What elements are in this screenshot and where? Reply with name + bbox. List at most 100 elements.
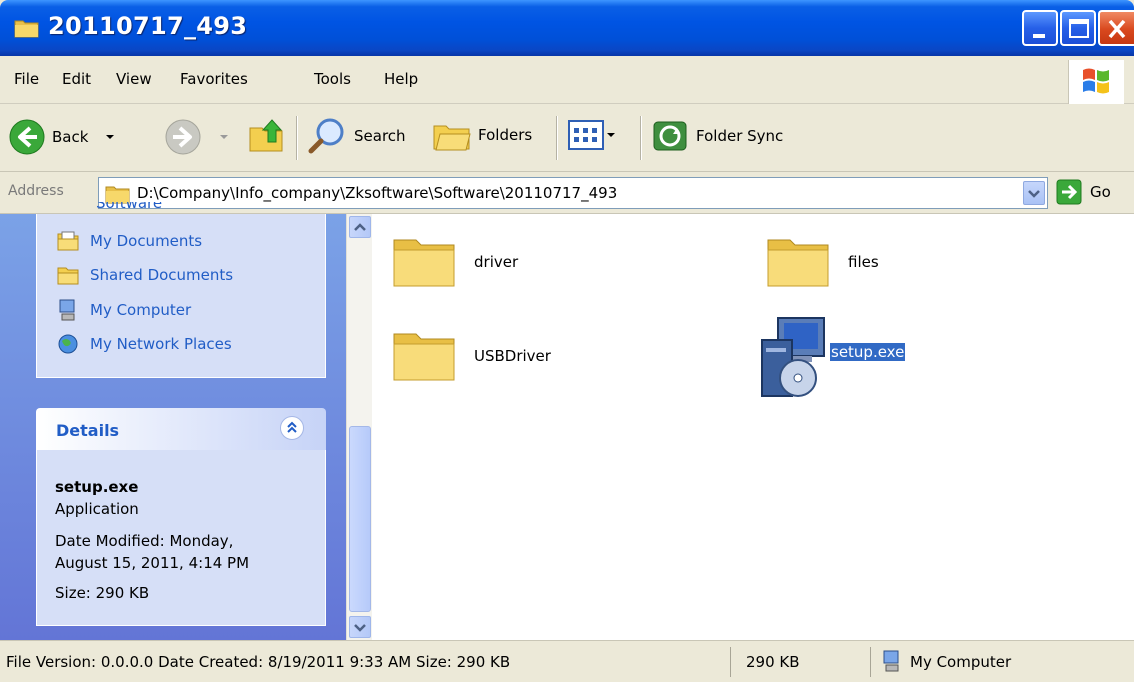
back-label: Back bbox=[52, 128, 89, 146]
menu-favorites[interactable]: Favorites bbox=[180, 70, 248, 88]
link-my-computer[interactable]: My Computer bbox=[56, 298, 191, 322]
search-icon bbox=[308, 118, 344, 154]
close-button[interactable] bbox=[1098, 10, 1134, 46]
file-name-selected: setup.exe bbox=[830, 343, 906, 361]
chevron-down-icon bbox=[354, 624, 366, 632]
folder-sync-icon bbox=[653, 121, 687, 151]
scroll-down-button[interactable] bbox=[349, 616, 371, 638]
network-globe-icon bbox=[58, 334, 78, 354]
details-file-name: setup.exe bbox=[55, 478, 139, 496]
menu-file[interactable]: File bbox=[14, 70, 39, 88]
link-label: My Network Places bbox=[90, 335, 232, 353]
folder-sync-label: Folder Sync bbox=[696, 127, 784, 145]
status-separator bbox=[730, 647, 731, 677]
title-bar[interactable]: 20110717_493 bbox=[0, 0, 1134, 56]
file-name: driver bbox=[474, 253, 519, 271]
windows-logo bbox=[1068, 60, 1124, 104]
folder-icon bbox=[105, 186, 130, 204]
chevron-down-icon[interactable] bbox=[604, 127, 618, 143]
menu-view[interactable]: View bbox=[116, 70, 152, 88]
menu-tools[interactable]: Tools bbox=[314, 70, 351, 88]
status-bar: File Version: 0.0.0.0 Date Created: 8/19… bbox=[0, 640, 1134, 682]
chevron-up-icon bbox=[354, 223, 366, 231]
chevron-down-icon[interactable] bbox=[102, 129, 118, 145]
up-folder-icon bbox=[249, 119, 283, 152]
details-panel: setup.exe Application Date Modified: Mon… bbox=[36, 450, 326, 626]
address-label: Address bbox=[8, 183, 64, 199]
details-title: Details bbox=[56, 421, 120, 440]
status-separator bbox=[870, 647, 871, 677]
scroll-up-button[interactable] bbox=[349, 216, 371, 238]
details-date-line-2: August 15, 2011, 4:14 PM bbox=[55, 554, 250, 572]
search-button[interactable]: Search bbox=[306, 116, 406, 156]
windows-flag-icon bbox=[1083, 68, 1109, 94]
link-label: My Computer bbox=[90, 301, 192, 319]
search-label: Search bbox=[354, 127, 406, 145]
status-size: 290 KB bbox=[746, 653, 800, 671]
my-computer-icon bbox=[883, 650, 899, 672]
forward-button[interactable] bbox=[164, 118, 232, 156]
partial-link-label: Software bbox=[96, 202, 163, 212]
details-header[interactable]: Details bbox=[36, 408, 326, 450]
toolbar-separator bbox=[296, 116, 297, 160]
file-item-usbdriver[interactable]: USBDriver bbox=[390, 326, 551, 386]
go-label: Go bbox=[1090, 183, 1111, 201]
details-size: Size: 290 KB bbox=[55, 584, 150, 602]
minimize-button[interactable] bbox=[1022, 10, 1058, 46]
folder-icon bbox=[767, 239, 829, 287]
close-icon bbox=[1108, 19, 1126, 39]
up-folder-button[interactable] bbox=[246, 114, 288, 156]
status-zone: My Computer bbox=[910, 653, 1012, 671]
details-date-line-1: Date Modified: Monday, bbox=[55, 532, 234, 550]
file-name: USBDriver bbox=[474, 347, 551, 365]
folder-icon bbox=[393, 333, 455, 381]
toolbar-separator bbox=[640, 116, 641, 160]
file-name: files bbox=[848, 253, 879, 271]
file-item-files[interactable]: files bbox=[764, 232, 879, 292]
chevron-down-icon[interactable] bbox=[216, 129, 232, 145]
minimize-icon bbox=[1033, 34, 1045, 38]
my-computer-icon bbox=[59, 299, 75, 321]
folders-label: Folders bbox=[478, 126, 533, 144]
details-file-type: Application bbox=[55, 500, 139, 518]
file-item-setup-exe[interactable]: setup.exe bbox=[756, 314, 906, 400]
vertical-scrollbar[interactable] bbox=[346, 214, 372, 640]
shared-folder-icon bbox=[57, 267, 79, 285]
menu-bar: File Edit View Favorites Tools Help bbox=[0, 56, 1134, 104]
link-label: Shared Documents bbox=[90, 266, 234, 284]
folder-icon bbox=[14, 20, 39, 38]
maximize-button[interactable] bbox=[1060, 10, 1096, 46]
go-button[interactable]: Go bbox=[1056, 179, 1111, 205]
chevron-down-icon bbox=[1028, 190, 1040, 198]
toolbar-separator bbox=[556, 116, 557, 160]
link-label: My Documents bbox=[90, 232, 203, 250]
views-grid-icon bbox=[568, 120, 604, 150]
double-chevron-up-icon bbox=[287, 421, 297, 433]
address-dropdown-button[interactable] bbox=[1023, 181, 1045, 205]
menu-help[interactable]: Help bbox=[384, 70, 418, 88]
partial-link[interactable]: Software bbox=[56, 202, 316, 214]
link-my-documents[interactable]: My Documents bbox=[56, 230, 202, 252]
folders-button[interactable]: Folders bbox=[432, 116, 532, 154]
task-pane: My Documents Shared Documents My Compute… bbox=[0, 214, 346, 640]
back-button[interactable]: Back bbox=[8, 118, 118, 156]
installer-icon bbox=[761, 317, 825, 397]
menu-edit[interactable]: Edit bbox=[62, 70, 91, 88]
folders-icon bbox=[433, 125, 471, 151]
status-file-info: File Version: 0.0.0.0 Date Created: 8/19… bbox=[6, 653, 511, 671]
link-my-network-places[interactable]: My Network Places bbox=[56, 332, 232, 356]
file-item-driver[interactable]: driver bbox=[390, 232, 518, 292]
link-shared-documents[interactable]: Shared Documents bbox=[56, 264, 233, 286]
folder-icon bbox=[393, 239, 455, 287]
scroll-thumb[interactable] bbox=[349, 426, 371, 612]
views-button[interactable] bbox=[568, 120, 618, 150]
folder-sync-button[interactable]: Folder Sync bbox=[652, 118, 783, 154]
window-title: 20110717_493 bbox=[48, 12, 248, 40]
forward-arrow-icon bbox=[165, 119, 201, 155]
collapse-button[interactable] bbox=[280, 416, 304, 440]
file-list[interactable]: driver files USBDriver setup.exe bbox=[372, 214, 1134, 640]
address-path: D:\Company\Info_company\Zksoftware\Softw… bbox=[137, 184, 618, 202]
maximize-icon bbox=[1069, 19, 1089, 38]
my-documents-icon bbox=[57, 231, 79, 251]
go-arrow-icon bbox=[1056, 179, 1082, 205]
